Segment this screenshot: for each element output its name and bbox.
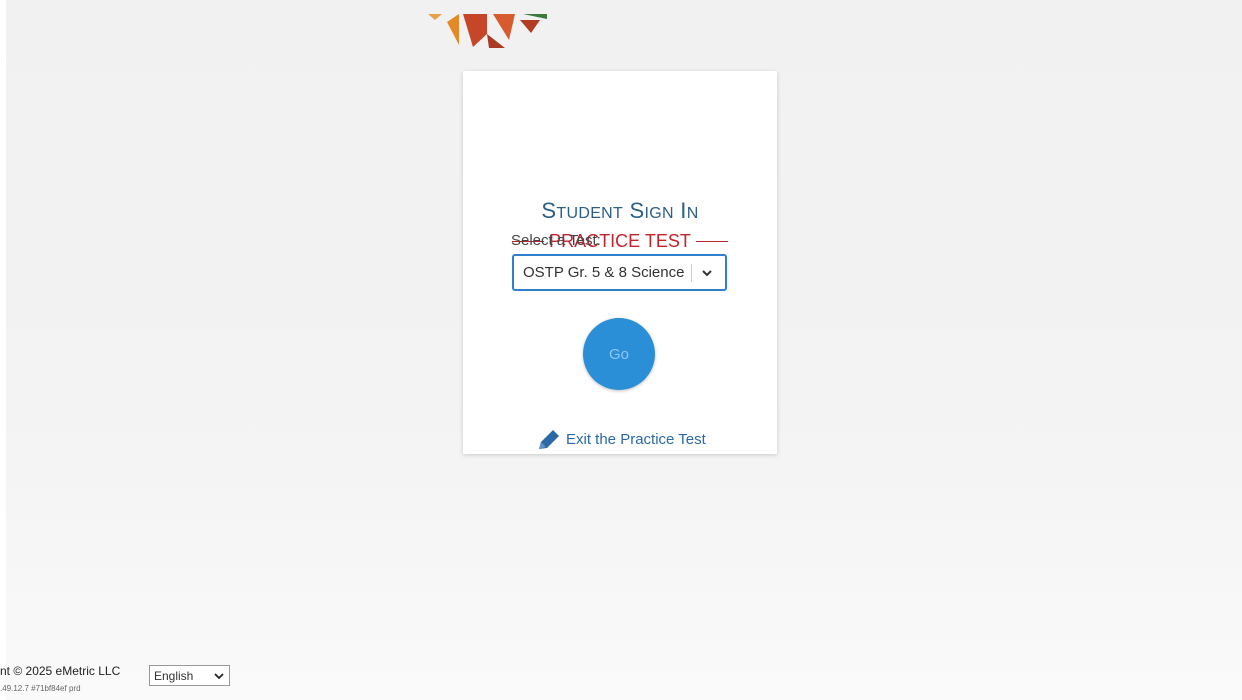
- chevron-down-icon[interactable]: [700, 266, 714, 280]
- test-select-dropdown[interactable]: OSTP Gr. 5 & 8 Science: [512, 254, 727, 291]
- exit-practice-test-link[interactable]: Exit the Practice Test: [538, 428, 706, 450]
- select-test-label: Select a Test:: [511, 232, 601, 249]
- page-title: STUDENT SIGN IN: [541, 198, 699, 223]
- language-select[interactable]: English: [149, 665, 230, 686]
- divider-line-right: [695, 241, 728, 242]
- select-separator: [691, 264, 692, 282]
- logo-icon: [428, 14, 547, 48]
- go-button[interactable]: Go: [583, 318, 655, 390]
- left-edge-strip: [0, 0, 6, 700]
- pencil-icon: [539, 430, 559, 449]
- version-text: .49.12.7 #71bf84ef prd: [0, 684, 81, 693]
- chevron-down-icon[interactable]: [214, 671, 224, 681]
- selected-test-value: OSTP Gr. 5 & 8 Science: [523, 264, 685, 281]
- language-value: English: [154, 669, 194, 683]
- copyright-text: nt © 2025 eMetric LLC: [0, 664, 121, 678]
- exit-practice-test-label: Exit the Practice Test: [566, 430, 706, 448]
